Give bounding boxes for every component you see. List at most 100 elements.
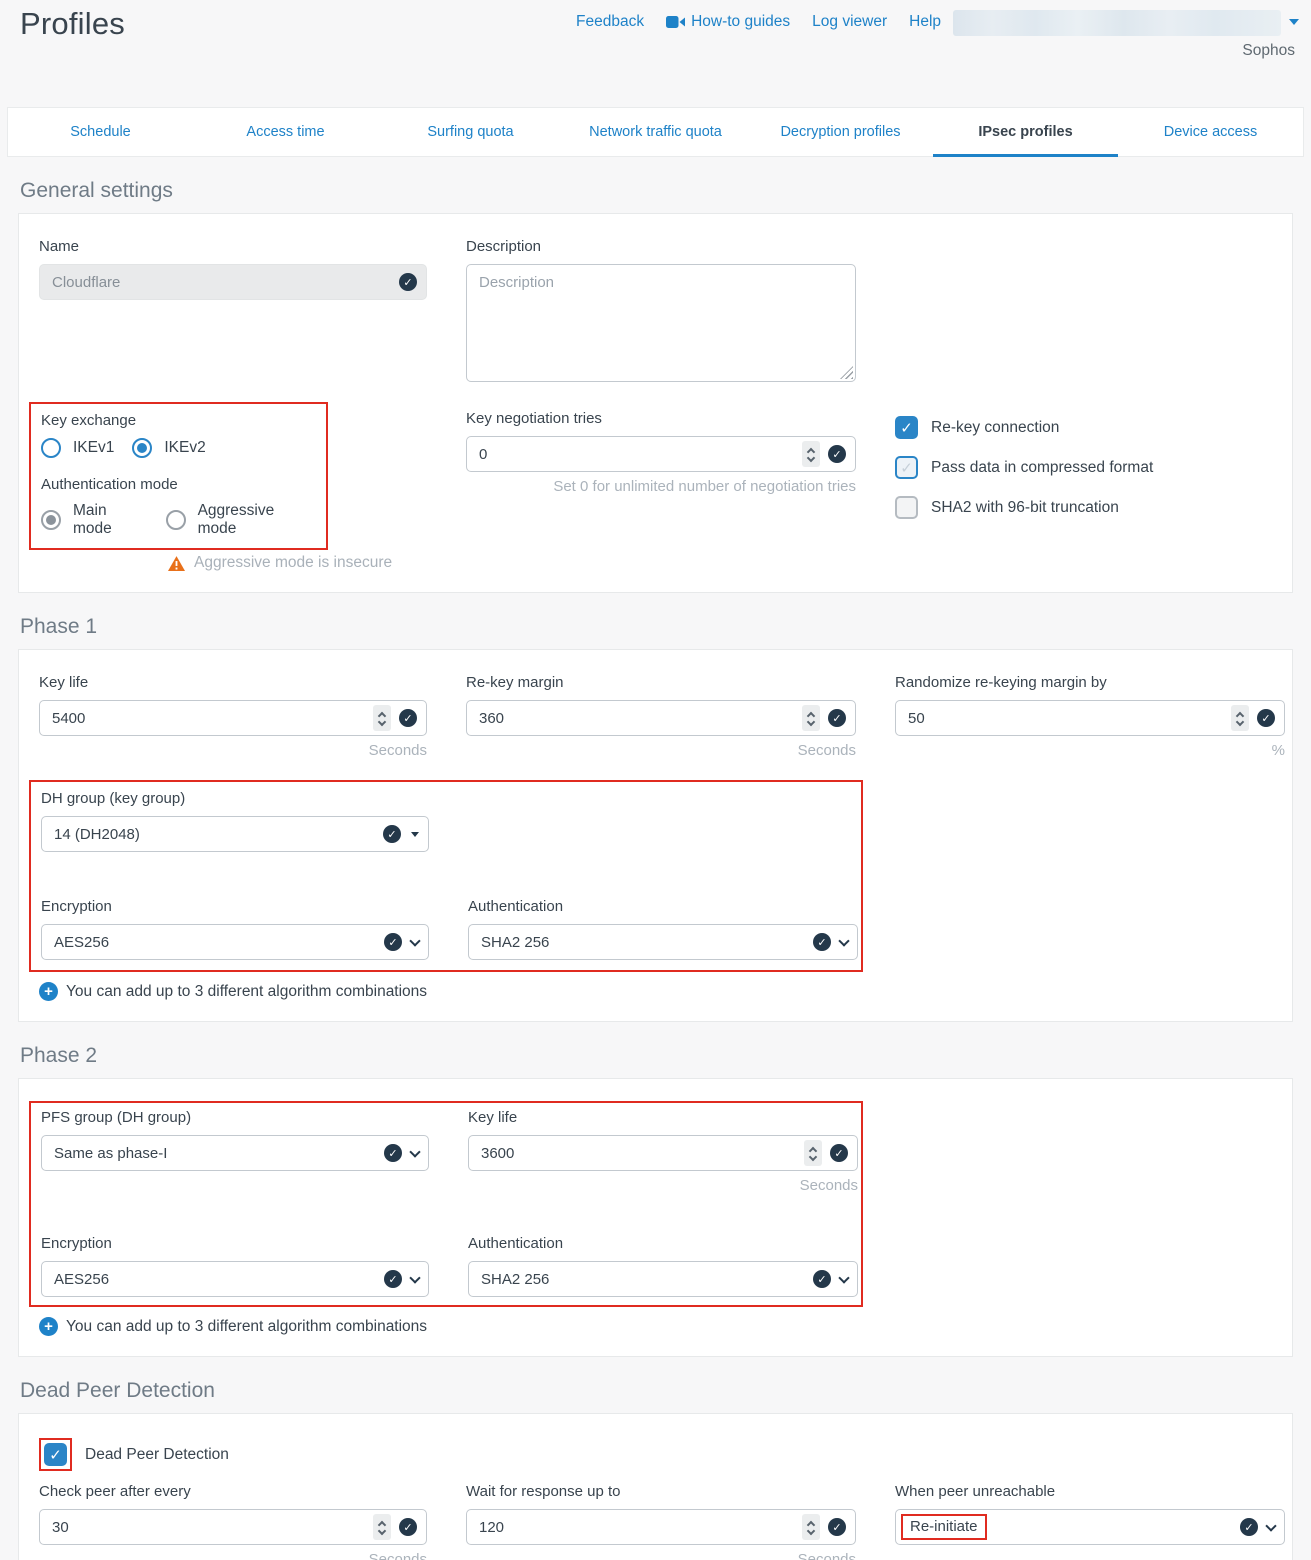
dpd-heading: Dead Peer Detection (20, 1379, 1311, 1403)
caret-down-icon (411, 832, 419, 837)
phase1-algorithms-annotation-box: DH group (key group) 14 (DH2048) ✓ Encry… (29, 780, 863, 972)
stepper-down-icon (1236, 718, 1244, 726)
ipsec-profiles-page: Profiles Feedback How-to guides Log view… (0, 0, 1311, 1560)
p1-rekey-margin-value[interactable] (479, 710, 802, 727)
dpd-enable-checkbox[interactable]: ✓ (44, 1443, 67, 1466)
profiles-tabbar: Schedule Access time Surfing quota Netwo… (7, 107, 1304, 157)
number-stepper[interactable] (802, 441, 820, 467)
tab-access-time[interactable]: Access time (193, 108, 378, 156)
howto-guides-link[interactable]: How-to guides (666, 13, 790, 31)
tab-schedule[interactable]: Schedule (8, 108, 193, 156)
valid-check-icon: ✓ (830, 1144, 848, 1162)
howto-guides-label: How-to guides (691, 13, 790, 31)
chevron-down-icon (838, 1272, 849, 1283)
valid-check-icon: ✓ (1257, 709, 1275, 727)
general-settings-card: Name ✓ Description Key exchange (18, 213, 1293, 593)
p2-encryption-select[interactable]: AES256 ✓ (41, 1261, 429, 1297)
radio-aggressive-mode[interactable] (166, 510, 186, 530)
tab-surfing-quota[interactable]: Surfing quota (378, 108, 563, 156)
radio-main-mode[interactable] (41, 510, 61, 530)
radio-ikev1[interactable] (41, 438, 61, 458)
p2-key-life-label: Key life (468, 1109, 858, 1127)
p1-rekey-margin-input[interactable]: ✓ (466, 700, 856, 736)
log-viewer-label: Log viewer (812, 13, 887, 31)
sha2-truncation-checkbox[interactable]: ✓ (895, 496, 918, 519)
key-exchange-label: Key exchange (41, 412, 314, 430)
p1-authentication-select[interactable]: SHA2 256 ✓ (468, 924, 858, 960)
p1-randomize-value[interactable] (908, 710, 1231, 727)
p1-randomize-group: Randomize re-keying margin by ✓ % (895, 674, 1285, 760)
add-plus-icon[interactable]: + (39, 982, 58, 1001)
check-peer-input[interactable]: ✓ (39, 1509, 427, 1545)
key-negotiation-label: Key negotiation tries (466, 410, 856, 428)
name-input: ✓ (39, 264, 427, 300)
tab-network-traffic-quota[interactable]: Network traffic quota (563, 108, 748, 156)
compressed-format-checkbox[interactable]: ✓ (895, 456, 918, 479)
log-viewer-link[interactable]: Log viewer (812, 13, 887, 31)
p2-authentication-group: Authentication SHA2 256 ✓ (468, 1235, 858, 1297)
stepper-down-icon (378, 1527, 386, 1535)
radio-ikev2[interactable] (132, 438, 152, 458)
account-selector-redacted[interactable] (953, 10, 1281, 36)
rekey-connection-checkbox[interactable]: ✓ (895, 416, 918, 439)
p1-randomize-label: Randomize re-keying margin by (895, 674, 1285, 692)
peer-unreachable-group: When peer unreachable Re-initiate ✓ (895, 1483, 1285, 1560)
tab-device-access[interactable]: Device access (1118, 108, 1303, 156)
valid-check-icon: ✓ (1240, 1518, 1258, 1536)
number-stepper[interactable] (804, 1140, 822, 1166)
check-peer-value[interactable] (52, 1519, 373, 1536)
p2-key-life-input[interactable]: ✓ (468, 1135, 858, 1171)
key-negotiation-input[interactable]: ✓ (466, 436, 856, 472)
valid-check-icon: ✓ (828, 1518, 846, 1536)
peer-unreachable-select[interactable]: Re-initiate ✓ (895, 1509, 1285, 1545)
description-textarea[interactable] (466, 264, 856, 382)
help-link[interactable]: Help (909, 13, 941, 31)
peer-unreachable-value: Re-initiate (910, 1518, 978, 1535)
p2-key-life-value[interactable] (481, 1145, 804, 1162)
pfs-group-label: PFS group (DH group) (41, 1109, 429, 1127)
pfs-group-select[interactable]: Same as phase-I ✓ (41, 1135, 429, 1171)
name-input-value (52, 274, 399, 291)
wait-response-unit: Seconds (466, 1551, 856, 1560)
number-stepper[interactable] (373, 705, 391, 731)
top-nav: Feedback How-to guides Log viewer Help (576, 13, 941, 31)
chevron-down-icon[interactable] (1289, 19, 1299, 25)
add-plus-icon[interactable]: + (39, 1317, 58, 1336)
valid-check-icon: ✓ (828, 709, 846, 727)
p1-authentication-group: Authentication SHA2 256 ✓ (468, 898, 858, 960)
dh-group-select[interactable]: 14 (DH2048) ✓ (41, 816, 429, 852)
wait-response-value[interactable] (479, 1519, 802, 1536)
p1-key-life-value[interactable] (52, 710, 373, 727)
p1-encryption-select[interactable]: AES256 ✓ (41, 924, 429, 960)
p2-key-life-unit: Seconds (468, 1177, 858, 1195)
p2-authentication-select[interactable]: SHA2 256 ✓ (468, 1261, 858, 1297)
check-peer-unit: Seconds (39, 1551, 427, 1560)
rekey-connection-label: Re-key connection (931, 419, 1059, 437)
stepper-down-icon (807, 1527, 815, 1535)
valid-check-icon: ✓ (399, 709, 417, 727)
wait-response-input[interactable]: ✓ (466, 1509, 856, 1545)
number-stepper[interactable] (802, 705, 820, 731)
video-camera-icon (666, 16, 685, 28)
number-stepper[interactable] (1231, 705, 1249, 731)
options-checkbox-column: ✓ Re-key connection ✓ Pass data in compr… (895, 402, 1285, 572)
number-stepper[interactable] (373, 1514, 391, 1540)
number-stepper[interactable] (802, 1514, 820, 1540)
feedback-link[interactable]: Feedback (576, 13, 644, 31)
wait-response-label: Wait for response up to (466, 1483, 856, 1501)
valid-check-icon: ✓ (383, 825, 401, 843)
chevron-down-icon (838, 935, 849, 946)
tab-ipsec-profiles[interactable]: IPsec profiles (933, 108, 1118, 156)
key-negotiation-value[interactable] (479, 446, 802, 463)
p1-key-life-input[interactable]: ✓ (39, 700, 427, 736)
tab-decryption-profiles[interactable]: Decryption profiles (748, 108, 933, 156)
key-exchange-column: Key exchange IKEv1 IKEv2 Authentication … (39, 402, 427, 572)
p1-add-combination-note: + You can add up to 3 different algorith… (39, 982, 1272, 1001)
p1-randomize-input[interactable]: ✓ (895, 700, 1285, 736)
key-negotiation-helper: Set 0 for unlimited number of negotiatio… (466, 478, 856, 496)
p1-key-life-label: Key life (39, 674, 427, 692)
valid-check-icon: ✓ (813, 1270, 831, 1288)
valid-check-icon: ✓ (384, 1270, 402, 1288)
check-peer-group: Check peer after every ✓ Seconds (39, 1483, 427, 1560)
description-label: Description (466, 238, 856, 256)
